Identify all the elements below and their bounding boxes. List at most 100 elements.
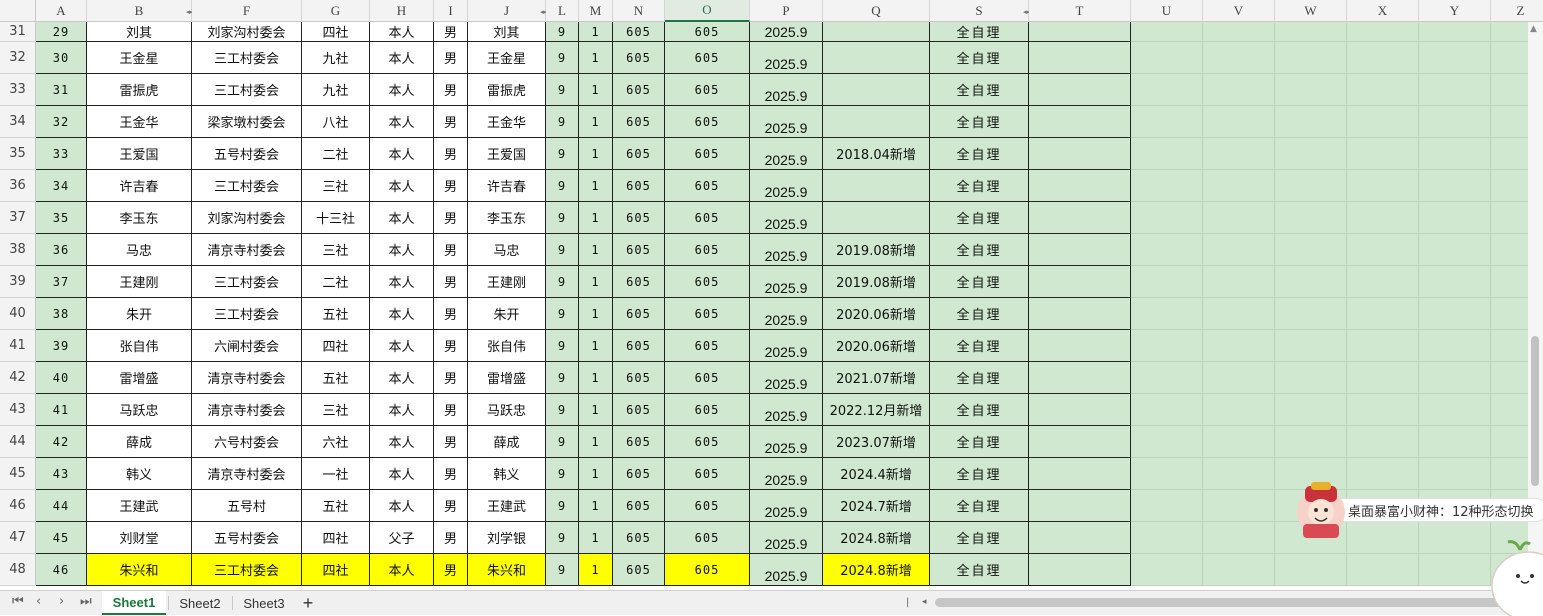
column-header-y[interactable]: Y (1419, 0, 1491, 22)
tab-sheet1[interactable]: Sheet1 (102, 591, 166, 615)
cell-j[interactable]: 韩义 (468, 458, 546, 490)
cell-i[interactable]: 男 (434, 522, 468, 554)
cell-y[interactable] (1419, 330, 1491, 362)
cell-q[interactable]: 2022.12月新增 (823, 394, 930, 426)
cell-w[interactable] (1275, 170, 1347, 202)
cell-v[interactable] (1203, 298, 1275, 330)
cell-v[interactable] (1203, 138, 1275, 170)
cell-j[interactable]: 王建刚 (468, 266, 546, 298)
cell-s[interactable]: 全自理 (930, 234, 1029, 266)
cell-n[interactable]: 605 (613, 138, 665, 170)
cell-m[interactable]: 1 (579, 266, 613, 298)
cell-g[interactable]: 十三社 (302, 202, 370, 234)
cell-n[interactable]: 605 (613, 554, 665, 586)
cell-j[interactable]: 雷增盛 (468, 362, 546, 394)
cell-y[interactable] (1419, 298, 1491, 330)
cell-s[interactable]: 全自理 (930, 298, 1029, 330)
cell-f[interactable]: 三工村委会 (192, 554, 302, 586)
cell-i[interactable]: 男 (434, 138, 468, 170)
cell-o[interactable]: 605 (665, 554, 750, 586)
cell-u[interactable] (1131, 42, 1203, 74)
cell-h[interactable]: 本人 (370, 22, 434, 42)
cell-i[interactable]: 男 (434, 202, 468, 234)
cell-a[interactable]: 38 (36, 298, 87, 330)
cell-b[interactable]: 李玉东 (87, 202, 192, 234)
cell-g[interactable]: 二社 (302, 138, 370, 170)
cell-h[interactable]: 本人 (370, 426, 434, 458)
column-header-j[interactable]: J (468, 0, 546, 22)
cell-v[interactable] (1203, 490, 1275, 522)
cell-p[interactable]: 2025.9 (750, 362, 823, 394)
row-header[interactable]: 38 (0, 234, 36, 266)
vertical-scroll-thumb[interactable] (1531, 336, 1539, 486)
cell-l[interactable]: 9 (546, 522, 579, 554)
cell-a[interactable]: 32 (36, 106, 87, 138)
cell-a[interactable]: 35 (36, 202, 87, 234)
cell-y[interactable] (1419, 202, 1491, 234)
cell-w[interactable] (1275, 22, 1347, 42)
cell-s[interactable]: 全自理 (930, 330, 1029, 362)
cell-y[interactable] (1419, 266, 1491, 298)
cell-p[interactable]: 2025.9 (750, 266, 823, 298)
cell-b[interactable]: 张自伟 (87, 330, 192, 362)
cell-j[interactable]: 朱兴和 (468, 554, 546, 586)
cell-s[interactable]: 全自理 (930, 522, 1029, 554)
cell-n[interactable]: 605 (613, 22, 665, 42)
cell-f[interactable]: 六闸村委会 (192, 330, 302, 362)
column-header-b[interactable]: B (87, 0, 192, 22)
cell-x[interactable] (1347, 42, 1419, 74)
cell-f[interactable]: 梁家墩村委会 (192, 106, 302, 138)
cell-x[interactable] (1347, 426, 1419, 458)
cell-q[interactable]: 2019.08新增 (823, 266, 930, 298)
cell-m[interactable]: 1 (579, 22, 613, 42)
cell-y[interactable] (1419, 74, 1491, 106)
cell-j[interactable]: 刘学银 (468, 522, 546, 554)
select-all-corner[interactable] (0, 0, 36, 22)
cell-h[interactable]: 本人 (370, 458, 434, 490)
cell-s[interactable]: 全自理 (930, 106, 1029, 138)
cell-m[interactable]: 1 (579, 394, 613, 426)
cell-o[interactable]: 605 (665, 106, 750, 138)
cell-o[interactable]: 605 (665, 298, 750, 330)
cell-n[interactable]: 605 (613, 266, 665, 298)
row-header[interactable]: 36 (0, 170, 36, 202)
cell-s[interactable]: 全自理 (930, 394, 1029, 426)
cell-g[interactable]: 三社 (302, 234, 370, 266)
cell-o[interactable]: 605 (665, 362, 750, 394)
cell-i[interactable]: 男 (434, 298, 468, 330)
cell-m[interactable]: 1 (579, 170, 613, 202)
cell-w[interactable] (1275, 330, 1347, 362)
cell-y[interactable] (1419, 106, 1491, 138)
cell-q[interactable] (823, 170, 930, 202)
cell-x[interactable] (1347, 74, 1419, 106)
cell-x[interactable] (1347, 234, 1419, 266)
cell-g[interactable]: 三社 (302, 394, 370, 426)
cell-l[interactable]: 9 (546, 42, 579, 74)
cell-s[interactable]: 全自理 (930, 42, 1029, 74)
cell-g[interactable]: 九社 (302, 42, 370, 74)
horizontal-scroll-thumb[interactable] (935, 598, 1527, 607)
cell-i[interactable]: 男 (434, 22, 468, 42)
cell-h[interactable]: 本人 (370, 330, 434, 362)
cell-q[interactable]: 2020.06新增 (823, 298, 930, 330)
cell-w[interactable] (1275, 234, 1347, 266)
cell-a[interactable]: 34 (36, 170, 87, 202)
cell-y[interactable] (1419, 170, 1491, 202)
cell-m[interactable]: 1 (579, 138, 613, 170)
cell-v[interactable] (1203, 42, 1275, 74)
cell-j[interactable]: 朱开 (468, 298, 546, 330)
cell-i[interactable]: 男 (434, 330, 468, 362)
cell-t[interactable] (1029, 138, 1131, 170)
cell-m[interactable]: 1 (579, 426, 613, 458)
cell-x[interactable] (1347, 22, 1419, 42)
desktop-widget[interactable]: 桌面暴富小财神：12种形态切换 (1293, 482, 1543, 538)
cell-b[interactable]: 雷增盛 (87, 362, 192, 394)
cell-p[interactable]: 2025.9 (750, 234, 823, 266)
cell-p[interactable]: 2025.9 (750, 554, 823, 586)
cell-n[interactable]: 605 (613, 74, 665, 106)
cell-q[interactable]: 2024.4新增 (823, 458, 930, 490)
row-header[interactable]: 44 (0, 426, 36, 458)
cell-l[interactable]: 9 (546, 554, 579, 586)
cell-m[interactable]: 1 (579, 298, 613, 330)
tab-sheet3[interactable]: Sheet3 (234, 591, 294, 615)
